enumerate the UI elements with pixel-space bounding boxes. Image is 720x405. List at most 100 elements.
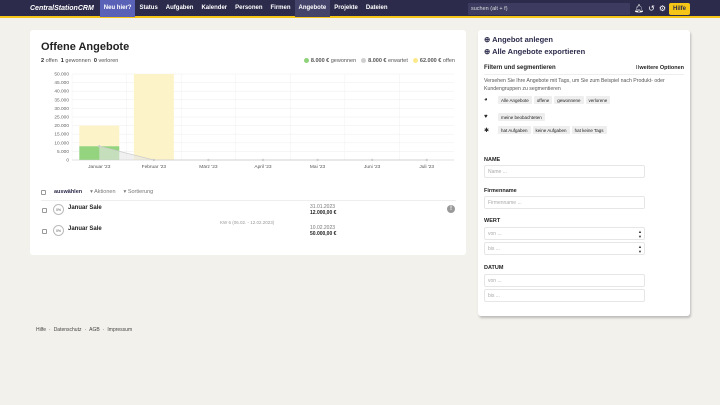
probability-badge: 0% <box>53 204 64 215</box>
footer-link[interactable]: Impressum <box>107 327 132 333</box>
export-label: Alle Angebote exportieren <box>492 47 586 56</box>
y-tick-label: 0 <box>66 158 69 164</box>
filter-title: Filtern und segmentieren <box>484 65 556 71</box>
date-to-input[interactable]: bis ... <box>484 289 645 302</box>
filter-description: Versehen Sie Ihre Angebote mit Tags, um … <box>484 78 665 92</box>
nav-item[interactable]: Neu hier? <box>99 0 136 17</box>
sort-label: Sortierung <box>127 189 154 195</box>
placeholder: von ... <box>488 231 502 237</box>
filter-tag[interactable]: gewonnene <box>554 96 584 104</box>
stepper-icon[interactable]: ▲ ▼ <box>638 229 642 239</box>
x-tick-label: Juli '23 <box>419 164 434 170</box>
more-label: weitere Optionen <box>639 65 684 71</box>
legend-label: gewonnen <box>330 58 357 64</box>
warning-icon: ! <box>447 205 455 213</box>
offers-chart: 0 5.000 10.000 15.000 20.000 25.000 30.000 35.0… <box>54 72 454 170</box>
legend-label: offen <box>442 58 455 64</box>
nav-item[interactable]: Dateien <box>362 0 392 17</box>
actions-label: Aktionen <box>94 189 116 195</box>
legend-value: 8.000 € <box>368 58 387 64</box>
stepper-icon[interactable]: ▲ ▼ <box>638 244 642 254</box>
offer-value: 12.000,00 € <box>310 210 337 216</box>
bell-icon[interactable]: 🔔︎ <box>634 3 644 15</box>
help-button[interactable]: Hilfe <box>669 3 690 15</box>
filter-tag[interactable]: verlorene <box>585 96 611 104</box>
y-tick-label: 15.000 <box>54 132 69 138</box>
main-nav: Neu hier? Status Aufgaben Kalender Personen F… <box>99 0 392 17</box>
filter-tag[interactable]: offene <box>533 96 553 104</box>
y-tick-label: 30.000 <box>54 106 69 112</box>
value-from-input[interactable]: von ... ▲ ▼ <box>484 227 645 240</box>
row-checkbox[interactable] <box>42 229 47 234</box>
pie-icon: ◕ <box>484 97 488 103</box>
y-tick-label: 50.000 <box>54 72 69 78</box>
date-from-input[interactable]: von ... <box>484 274 645 287</box>
separator: · <box>84 327 87 333</box>
select-all-checkbox[interactable] <box>41 189 46 195</box>
filter-tag[interactable]: keine Aufgaben <box>532 126 570 134</box>
sort-dropdown[interactable]: ▾ Sortierung <box>124 189 154 195</box>
footer-link[interactable]: Datenschutz <box>54 327 82 333</box>
top-bar: CentralStationCRM Neu hier? Status Aufgabe… <box>0 0 720 18</box>
offer-name[interactable]: Januar Sale <box>68 226 102 232</box>
footer-link[interactable]: AGB <box>89 327 100 333</box>
name-input[interactable]: Name ... <box>484 165 645 178</box>
firm-input[interactable]: Firmenname ... <box>484 196 645 209</box>
offers-panel: Offene Angebote 2 offen 1 gewonnen 0 ver… <box>30 30 466 255</box>
offer-name[interactable]: Januar Sale <box>68 205 102 211</box>
nav-item[interactable]: Personen <box>231 0 266 17</box>
filter-tag[interactable]: meine beobachteten <box>498 113 545 121</box>
nav-item[interactable]: Status <box>135 0 161 17</box>
select-button[interactable]: auswählen <box>54 189 82 195</box>
separator: · <box>49 327 51 333</box>
y-tick-label: 25.000 <box>54 115 69 121</box>
separator: · <box>102 327 105 333</box>
nav-item[interactable]: Firmen <box>267 0 295 17</box>
y-tick-label: 40.000 <box>54 89 69 95</box>
x-tick-label: März '23 <box>199 164 218 170</box>
footer-links: Hilfe · Datenschutz · AGB · Impressum <box>36 327 132 333</box>
stat-open-count: 2 <box>41 58 45 64</box>
actions-dropdown[interactable]: ▾ Aktionen <box>90 189 115 195</box>
probability-badge: 0% <box>53 225 64 236</box>
filter-tag[interactable]: hat keine Tags <box>571 126 607 134</box>
task-icon: ✱ <box>484 127 490 134</box>
filter-tag[interactable]: hat Aufgaben <box>498 126 531 134</box>
nav-item[interactable]: Angebote <box>294 0 331 17</box>
stat-label: offen <box>45 58 58 64</box>
legend-value: 62.000 € <box>419 58 442 64</box>
nav-item[interactable]: Projekte <box>330 0 362 17</box>
legend-dot <box>412 58 418 63</box>
y-tick-label: 5.000 <box>57 149 69 155</box>
stat-lost-count: 0 <box>93 58 97 64</box>
x-tick-label: April '23 <box>254 164 272 170</box>
offer-stats: 2 offen 1 gewonnen 0 verloren <box>41 58 118 64</box>
row-checkbox[interactable] <box>42 208 47 213</box>
history-icon[interactable]: ↺ <box>648 3 655 15</box>
gear-icon[interactable]: ⚙ <box>659 3 666 15</box>
nav-item[interactable]: Kalender <box>197 0 231 17</box>
legend-item: 8.000 € gewonnen <box>303 58 357 64</box>
logo[interactable]: CentralStationCRM <box>30 5 94 12</box>
x-tick-label: Juni '23 <box>364 164 381 170</box>
offer-row[interactable]: 0% Januar Sale 10.02.2023 50.000,00 € <box>41 222 456 244</box>
search-input[interactable]: suchen (alt + f) <box>468 3 630 15</box>
more-options-button[interactable]: ⁞⁞ weitere Optionen <box>636 65 684 71</box>
footer-link[interactable]: Hilfe <box>36 327 46 333</box>
stat-won-count: 1 <box>60 58 64 64</box>
filter-tag[interactable]: Alle Angebote <box>498 96 532 104</box>
stat-label: gewonnen <box>65 58 91 64</box>
offer-row[interactable]: 0% Januar Sale 31.01.2023 12.000,00 € ! <box>41 200 456 222</box>
sidebar: ⊕ Angebot anlegen ⊕ Alle Angebote export… <box>478 30 690 316</box>
x-tick-label: Mai '23 <box>310 164 326 170</box>
create-offer-link[interactable]: ⊕ Angebot anlegen <box>484 35 553 44</box>
list-toolbar: auswählen ▾ Aktionen ▾ Sortierung <box>41 189 153 195</box>
expected-point <box>98 145 101 148</box>
placeholder: bis ... <box>488 246 500 252</box>
bar-open <box>133 74 174 160</box>
value-to-input[interactable]: bis ... ▲ ▼ <box>484 242 645 255</box>
bar-open <box>79 125 120 147</box>
legend-item: 62.000 € offen <box>412 58 455 64</box>
export-offers-link[interactable]: ⊕ Alle Angebote exportieren <box>484 47 585 56</box>
nav-item[interactable]: Aufgaben <box>162 0 198 17</box>
